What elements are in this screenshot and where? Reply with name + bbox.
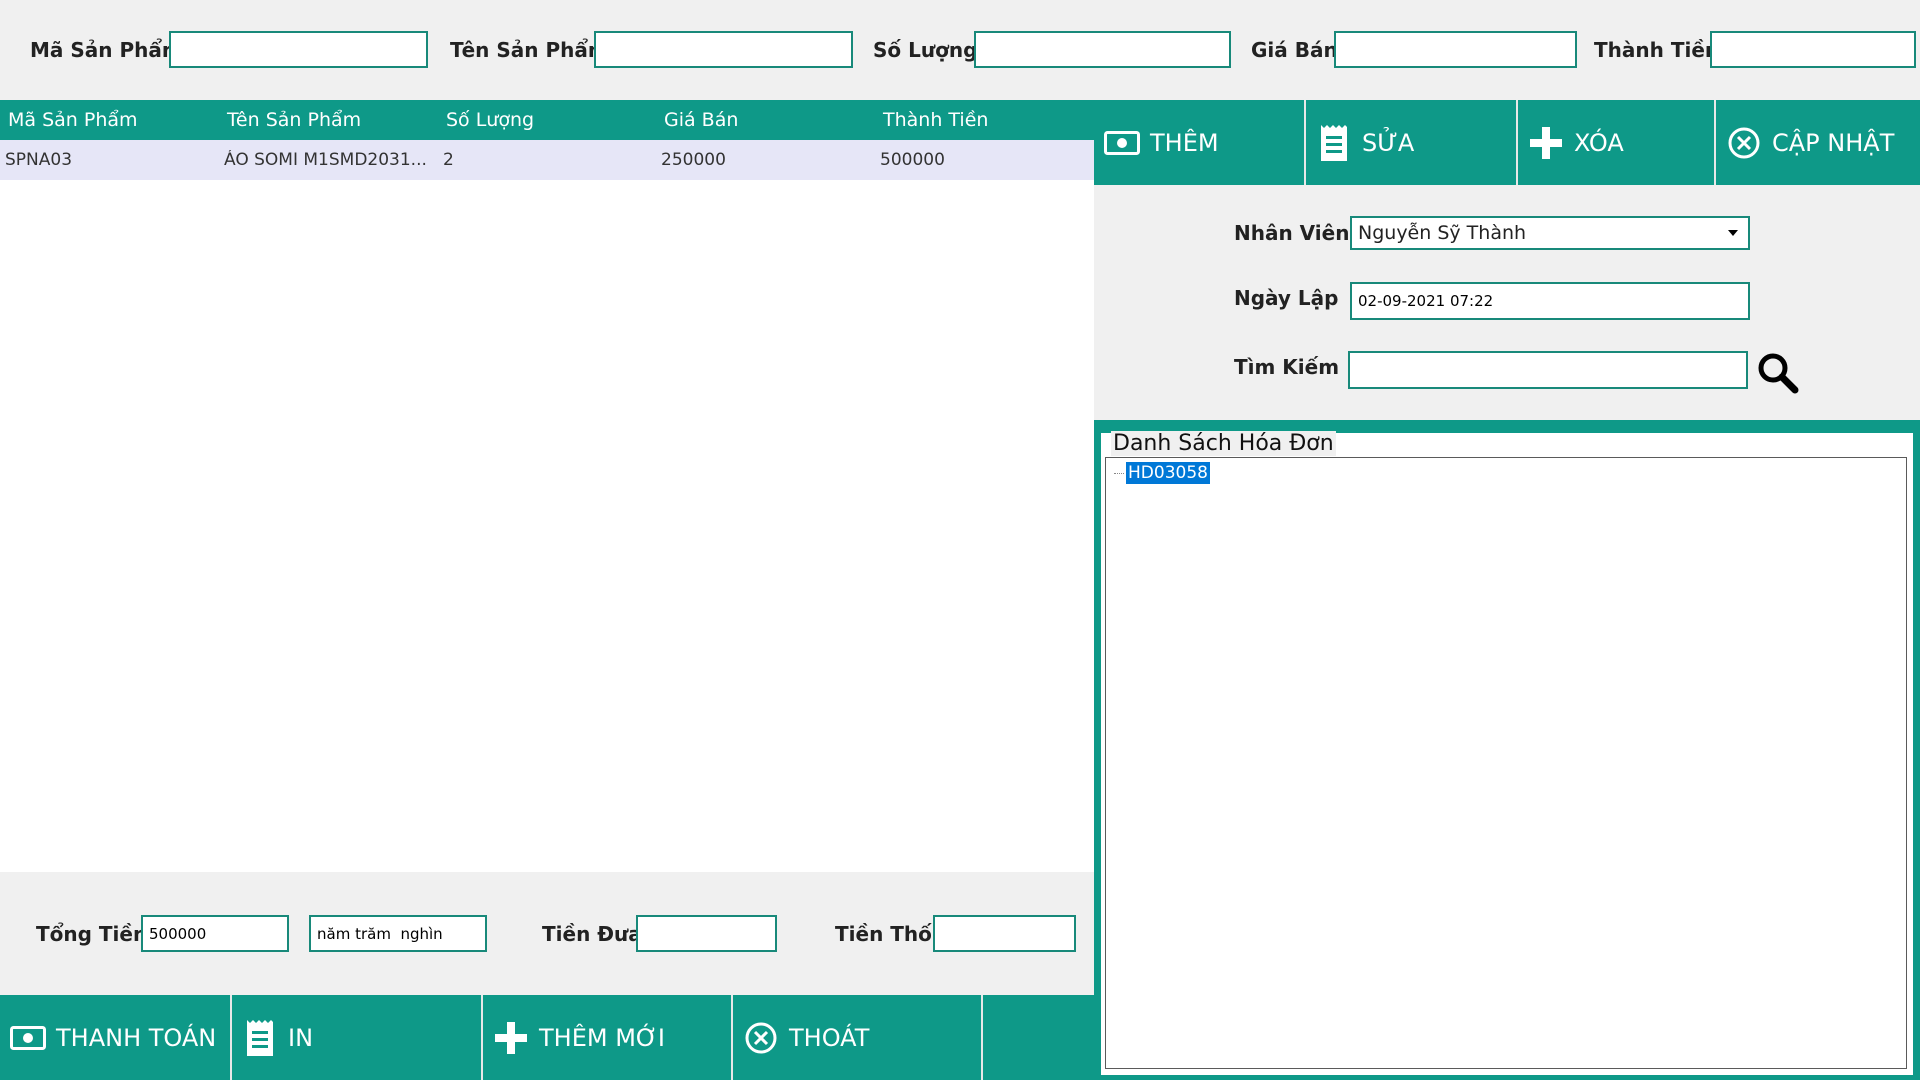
update-button[interactable]: CẬP NHẬT: [1716, 100, 1920, 185]
cell-line-total: 500000: [880, 150, 945, 170]
total-in-words-input[interactable]: [309, 915, 487, 952]
exit-button-label: THOÁT: [789, 1023, 870, 1052]
money-icon: [10, 1020, 46, 1056]
employee-label: Nhân Viên: [1234, 221, 1350, 245]
invoice-list-title: Danh Sách Hóa Đơn: [1111, 431, 1336, 456]
cell-price: 250000: [661, 150, 726, 170]
change-amount-input[interactable]: [933, 915, 1076, 952]
plus-icon: [1528, 125, 1564, 161]
invoice-list-panel: Danh Sách Hóa Đơn HD03058: [1094, 420, 1920, 1080]
employee-select[interactable]: Nguyễn Sỹ Thành: [1350, 216, 1750, 250]
product-code-input[interactable]: [169, 31, 428, 68]
total-amount-input[interactable]: [141, 915, 289, 952]
order-lines-grid[interactable]: Mã Sản Phẩm Tên Sản Phẩm Số Lượng Giá Bá…: [0, 100, 1094, 872]
plus-icon: [493, 1020, 529, 1056]
total-label: Tổng Tiền: [36, 922, 148, 946]
column-header-product-name[interactable]: Tên Sản Phẩm: [219, 109, 438, 131]
column-header-product-code[interactable]: Mã Sản Phẩm: [0, 109, 219, 131]
search-button[interactable]: [1756, 351, 1800, 395]
receipt-icon: [1316, 124, 1352, 161]
change-label: Tiền Thối: [835, 922, 939, 946]
product-code-label: Mã Sản Phẩm: [30, 38, 183, 62]
checkout-button-label: THANH TOÁN: [56, 1023, 217, 1052]
search-label: Tìm Kiếm: [1234, 355, 1340, 379]
blank-button[interactable]: [983, 995, 1094, 1080]
bottom-action-bar: THANH TOÁN IN THÊM MỚI THOÁT: [0, 995, 1094, 1080]
invoice-tree[interactable]: HD03058: [1105, 457, 1907, 1069]
checkout-button[interactable]: THANH TOÁN: [0, 995, 232, 1080]
invoice-info-form: Nhân Viên Nguyễn Sỹ Thành Ngày Lập Tìm K…: [1094, 185, 1920, 420]
exit-button[interactable]: THOÁT: [733, 995, 983, 1080]
tree-node[interactable]: HD03058: [1114, 462, 1210, 484]
print-button[interactable]: IN: [232, 995, 483, 1080]
tree-connector: [1114, 472, 1124, 474]
column-header-line-total[interactable]: Thành Tiền: [875, 109, 1094, 131]
close-circle-icon: [743, 1020, 779, 1056]
add-button[interactable]: THÊM: [1094, 100, 1306, 185]
edit-button-label: SỬA: [1362, 128, 1415, 157]
receipt-icon: [242, 1019, 278, 1056]
employee-select-value: Nguyễn Sỹ Thành: [1358, 222, 1527, 244]
paid-label: Tiền Đưa: [542, 922, 642, 946]
search-input[interactable]: [1348, 351, 1748, 389]
cell-quantity: 2: [443, 150, 454, 170]
money-icon: [1104, 125, 1140, 161]
add-new-button[interactable]: THÊM MỚI: [483, 995, 733, 1080]
date-input[interactable]: [1350, 282, 1750, 320]
add-button-label: THÊM: [1150, 128, 1219, 157]
delete-button-label: XÓA: [1574, 128, 1624, 157]
update-button-label: CẬP NHẬT: [1772, 128, 1895, 157]
table-row[interactable]: SPNA03 ÁO SOMI M1SMD2031... 2 250000 500…: [0, 140, 1094, 180]
product-name-label: Tên Sản Phẩm: [450, 38, 609, 62]
print-button-label: IN: [288, 1023, 314, 1052]
column-header-quantity[interactable]: Số Lượng: [438, 109, 656, 131]
cell-product-name: ÁO SOMI M1SMD2031...: [224, 150, 427, 170]
tree-node-label[interactable]: HD03058: [1126, 462, 1210, 484]
edit-button[interactable]: SỬA: [1306, 100, 1518, 185]
date-label: Ngày Lập: [1234, 286, 1339, 310]
line-total-input[interactable]: [1710, 31, 1916, 68]
line-total-label: Thành Tiền: [1594, 38, 1720, 62]
invoice-list-groupbox: Danh Sách Hóa Đơn HD03058: [1098, 430, 1916, 1078]
product-entry-row: Mã Sản Phẩm Tên Sản Phẩm Số Lượng Giá Bá…: [0, 0, 1920, 100]
close-circle-icon: [1726, 125, 1762, 161]
delete-button[interactable]: XÓA: [1518, 100, 1716, 185]
paid-amount-input[interactable]: [636, 915, 777, 952]
cell-product-code: SPNA03: [5, 150, 73, 170]
price-input[interactable]: [1334, 31, 1577, 68]
add-new-button-label: THÊM MỚI: [539, 1023, 665, 1052]
chevron-down-icon[interactable]: [1728, 230, 1738, 236]
column-header-price[interactable]: Giá Bán: [656, 109, 875, 131]
search-icon: [1758, 353, 1799, 394]
quantity-label: Số Lượng: [873, 38, 978, 62]
product-name-input[interactable]: [594, 31, 853, 68]
invoice-action-bar: THÊM SỬA XÓA CẬP NHẬT: [1094, 100, 1920, 185]
grid-header: Mã Sản Phẩm Tên Sản Phẩm Số Lượng Giá Bá…: [0, 100, 1094, 140]
totals-panel: Tổng Tiền Tiền Đưa Tiền Thối: [0, 872, 1094, 995]
quantity-input[interactable]: [974, 31, 1231, 68]
price-label: Giá Bán: [1251, 38, 1338, 62]
